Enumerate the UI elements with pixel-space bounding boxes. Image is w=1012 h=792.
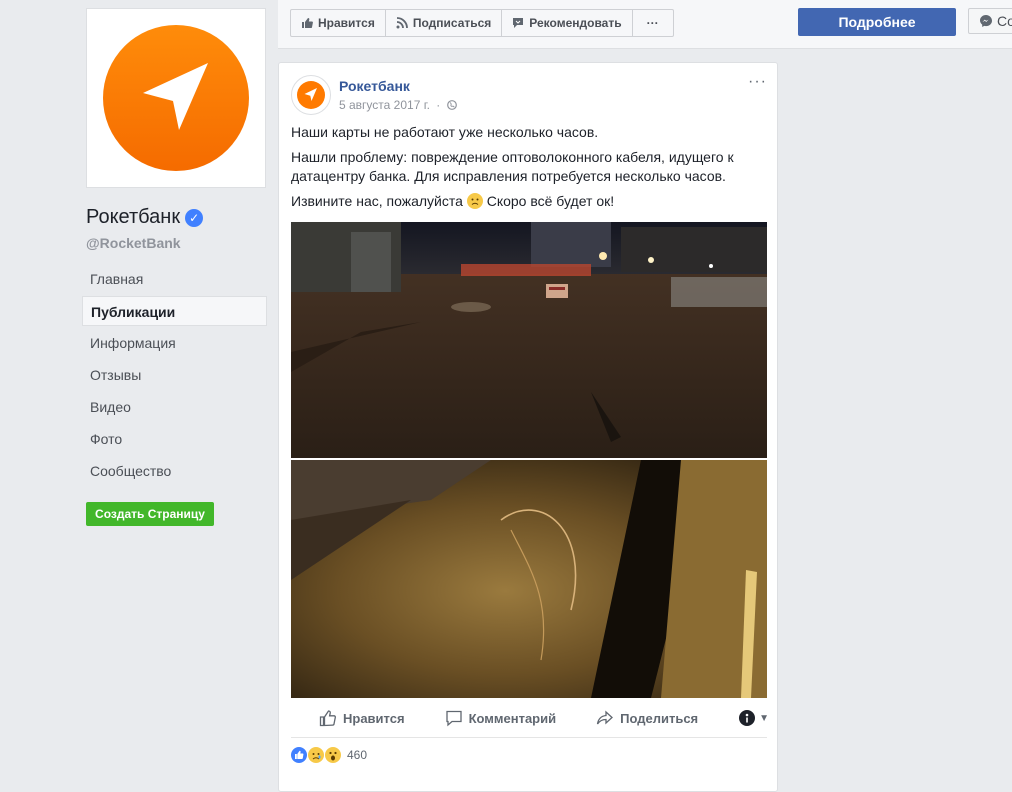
create-page-button[interactable]: Создать Страницу bbox=[86, 502, 214, 526]
post-card: Рокетбанк 5 августа 2017 г. · ··· Наши к… bbox=[278, 62, 778, 792]
subscribe-label: Подписаться bbox=[412, 16, 492, 30]
thumbs-up-icon bbox=[319, 709, 337, 727]
post-author[interactable]: Рокетбанк bbox=[339, 78, 410, 94]
nav-item-community[interactable]: Сообщество bbox=[82, 456, 267, 486]
wow-reaction-icon bbox=[325, 747, 341, 763]
page-action-bar: Нравится Подписаться Рекомендовать ··· П… bbox=[278, 0, 1012, 49]
worried-face-emoji-icon bbox=[466, 193, 483, 209]
nav-item-videos[interactable]: Видео bbox=[82, 392, 267, 422]
post-date[interactable]: 5 августа 2017 г. bbox=[339, 98, 430, 112]
page-actions-group: Нравится Подписаться Рекомендовать ··· bbox=[290, 9, 674, 37]
rocketbank-avatar-logo bbox=[297, 81, 325, 109]
nav-item-info[interactable]: Информация bbox=[82, 328, 267, 358]
rocketbank-logo bbox=[103, 25, 249, 171]
nav-item-home[interactable]: Главная bbox=[82, 264, 267, 294]
comment-icon bbox=[445, 709, 463, 727]
globe-icon bbox=[446, 100, 457, 110]
post-actions: Нравится Комментарий Поделиться ▼ bbox=[291, 699, 769, 738]
post-options-button[interactable]: ··· bbox=[748, 73, 767, 91]
page-handle[interactable]: @RocketBank bbox=[86, 235, 181, 251]
verified-icon: ✓ bbox=[185, 208, 204, 227]
nav-item-reviews[interactable]: Отзывы bbox=[82, 360, 267, 390]
page-title: Рокетбанк ✓ bbox=[86, 206, 204, 229]
like-post-button[interactable]: Нравится bbox=[319, 709, 405, 727]
meta-separator: · bbox=[436, 98, 441, 112]
post-paragraph-apology: Извините нас, пожалуйста Скоро всё будет… bbox=[291, 192, 761, 211]
post-photo-street[interactable] bbox=[291, 222, 767, 458]
recommend-label: Рекомендовать bbox=[529, 16, 622, 30]
details-label: Подробнее bbox=[838, 14, 916, 30]
page-name-text: Рокетбанк bbox=[86, 206, 181, 228]
post-paragraph: Нашли проблему: повреждение оптоволоконн… bbox=[291, 149, 734, 184]
like-post-label: Нравится bbox=[343, 710, 405, 726]
post-meta: 5 августа 2017 г. · bbox=[339, 98, 457, 112]
message-label: Со bbox=[997, 13, 1012, 29]
create-page-label: Создать Страницу bbox=[95, 507, 205, 521]
message-button[interactable]: Со bbox=[968, 8, 1012, 34]
comment-label: Комментарий bbox=[468, 710, 557, 726]
details-button[interactable]: Подробнее bbox=[798, 8, 956, 36]
share-button[interactable]: Поделиться bbox=[596, 709, 698, 727]
like-reaction-icon bbox=[291, 747, 307, 763]
page-profile-picture[interactable] bbox=[86, 8, 266, 188]
reaction-count: 460 bbox=[347, 748, 368, 762]
post-photo-trench[interactable] bbox=[291, 460, 767, 698]
cable-trench-image bbox=[291, 460, 767, 698]
nav-item-photos[interactable]: Фото bbox=[82, 424, 267, 454]
chevron-down-icon: ▼ bbox=[759, 712, 770, 724]
reactions-summary[interactable]: 460 bbox=[291, 747, 367, 763]
subscribe-button[interactable]: Подписаться bbox=[386, 10, 503, 36]
post-paragraph: Наши карты не работают уже несколько час… bbox=[291, 124, 599, 140]
like-page-button[interactable]: Нравится bbox=[291, 10, 386, 36]
nav-item-posts[interactable]: Публикации bbox=[82, 296, 267, 326]
share-label: Поделиться bbox=[620, 710, 699, 726]
thumbs-up-icon bbox=[301, 17, 313, 29]
like-page-label: Нравится bbox=[318, 16, 375, 30]
apology-suffix: Скоро всё будет ок! bbox=[486, 193, 615, 209]
page-nav: Главная Публикации Информация Отзывы Вид… bbox=[82, 264, 267, 488]
post-body: Наши карты не работают уже несколько час… bbox=[291, 123, 761, 217]
reaction-selector-icon[interactable]: ▼ bbox=[738, 709, 769, 727]
apology-text: Извините нас, пожалуйста bbox=[291, 193, 463, 209]
share-icon bbox=[596, 709, 614, 727]
messenger-icon bbox=[979, 14, 993, 28]
rss-icon bbox=[396, 17, 408, 29]
more-actions-button[interactable]: ··· bbox=[633, 10, 673, 36]
more-icon: ··· bbox=[646, 16, 659, 30]
recommend-icon bbox=[512, 17, 524, 29]
comment-button[interactable]: Комментарий bbox=[445, 709, 557, 727]
street-excavation-image bbox=[291, 222, 767, 458]
sad-reaction-icon bbox=[308, 747, 324, 763]
author-avatar[interactable] bbox=[291, 75, 331, 115]
recommend-button[interactable]: Рекомендовать bbox=[502, 10, 633, 36]
